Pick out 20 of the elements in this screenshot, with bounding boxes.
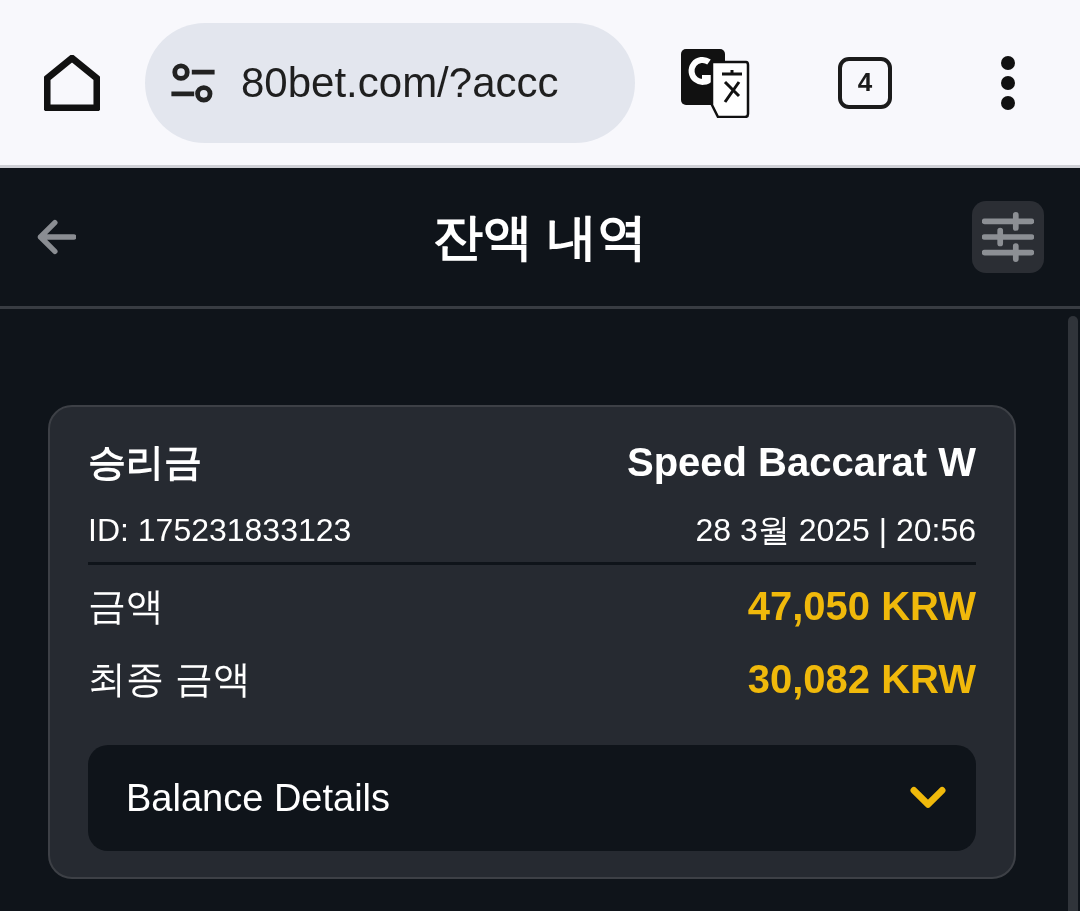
amount-label: 금액 bbox=[88, 584, 164, 629]
page-title: 잔액 내역 bbox=[433, 207, 647, 267]
transaction-type: 승리금 bbox=[88, 440, 202, 485]
home-icon[interactable] bbox=[44, 54, 100, 111]
back-arrow-icon[interactable] bbox=[36, 217, 76, 257]
amount-value: 47,050 KRW bbox=[747, 583, 976, 630]
tab-count-button[interactable]: 4 bbox=[838, 56, 892, 109]
sliders-icon bbox=[982, 211, 1034, 263]
url-text: 80bet.com/?accc bbox=[241, 58, 559, 107]
scrollbar-thumb[interactable] bbox=[1068, 316, 1078, 911]
amount-label: 최종 금액 bbox=[88, 657, 251, 702]
amount-value: 30,082 KRW bbox=[747, 656, 976, 703]
transaction-date: 28 3월 2025 | 20:56 bbox=[695, 511, 976, 550]
translate-icon[interactable] bbox=[680, 47, 750, 118]
more-menu-icon[interactable] bbox=[1000, 54, 1016, 111]
filter-button[interactable] bbox=[972, 201, 1044, 273]
balance-details-toggle[interactable]: Balance Details bbox=[88, 745, 976, 851]
transaction-id: ID: 175231833123 bbox=[88, 511, 352, 550]
address-bar[interactable]: 80bet.com/?accc bbox=[145, 22, 635, 143]
game-name: Speed Baccarat W bbox=[626, 439, 976, 486]
